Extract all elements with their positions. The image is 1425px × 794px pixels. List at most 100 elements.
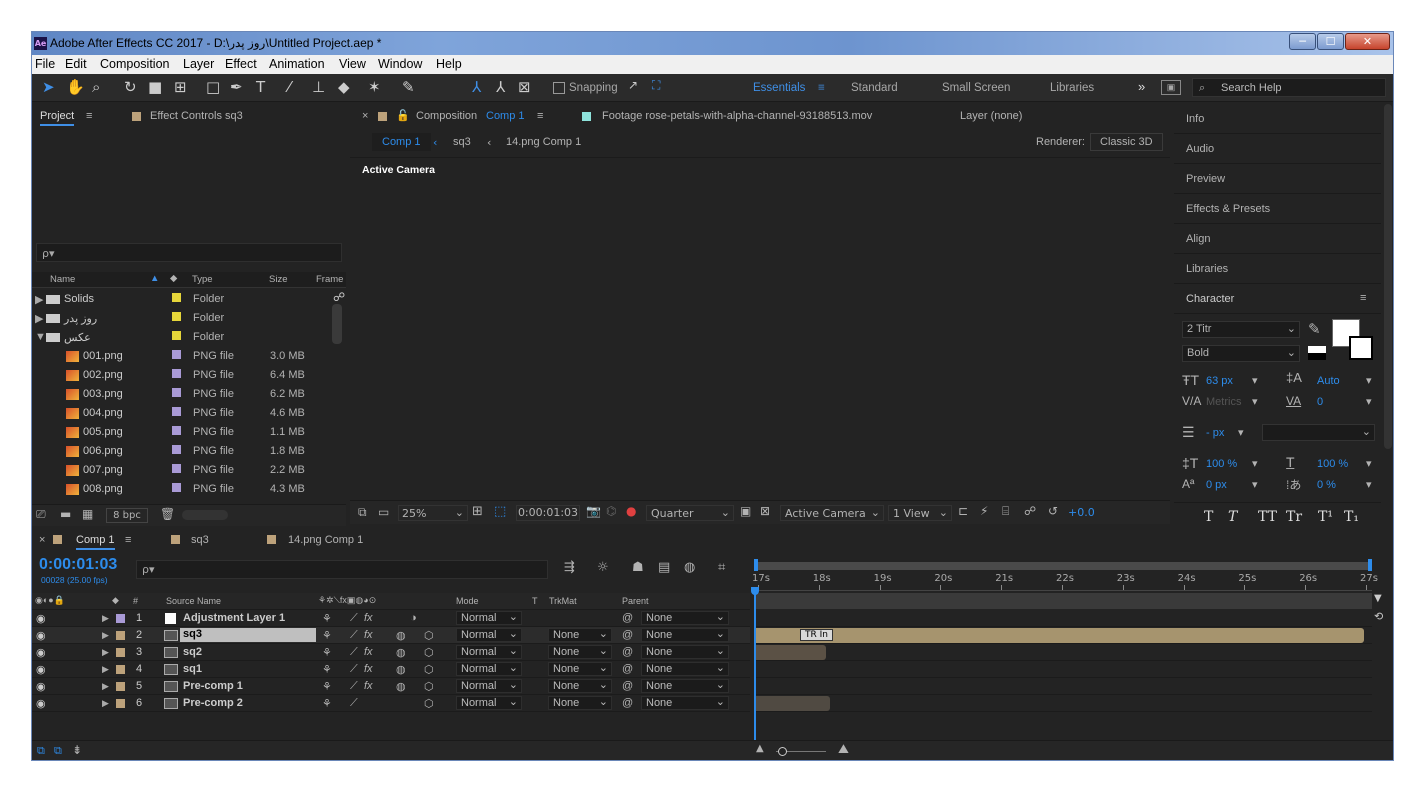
baseline-shift-value[interactable]: 0 px [1206, 479, 1227, 491]
motion-blur-switch-icon[interactable]: ◍ [396, 680, 406, 693]
comp-mini-flowchart-icon[interactable]: ⇶ [564, 560, 575, 575]
eye-icon[interactable]: ◉ [36, 680, 46, 693]
exposure-value[interactable]: +0.0 [1068, 506, 1095, 519]
more-workspaces-button[interactable]: » [1138, 79, 1145, 94]
fast-previews-icon[interactable]: ⚡ [980, 504, 988, 518]
layer-name[interactable]: sq2 [183, 646, 202, 658]
project-scrollbar[interactable] [332, 304, 342, 344]
comp-button-icon[interactable]: ▼ [1374, 593, 1382, 604]
magnification-dropdown[interactable]: 25% ⌄ [398, 505, 468, 521]
trkmat-dropdown[interactable]: None ⌄ [548, 645, 612, 659]
blend-mode-dropdown[interactable]: Normal ⌄ [456, 696, 522, 710]
close-button[interactable]: ✕ [1345, 33, 1390, 50]
all-caps-button[interactable]: TT [1258, 509, 1277, 525]
new-folder-icon[interactable]: ▬ [60, 507, 71, 521]
panel-header-align[interactable]: Align [1174, 224, 1381, 254]
snapshot-camera-icon[interactable]: 📷 [586, 504, 601, 518]
column-name[interactable]: Name [50, 274, 75, 285]
interpret-footage-icon[interactable]: ⎚ [36, 507, 46, 522]
comp-flowchart-icon[interactable]: ☍ [1024, 504, 1036, 518]
label-color-swatch[interactable] [172, 407, 181, 416]
panel-header-effects-presets[interactable]: Effects & Presets [1174, 194, 1381, 224]
frame-blending-icon[interactable]: ▤ [658, 560, 670, 575]
renderer-dropdown[interactable]: Classic 3D [1090, 133, 1163, 151]
trkmat-dropdown[interactable]: None ⌄ [548, 628, 612, 642]
layer-switches-toggle-icon[interactable]: ⧉ [37, 744, 45, 758]
menu-file[interactable]: File [35, 57, 55, 71]
selection-tool-icon[interactable]: ➤ [42, 78, 55, 96]
fx-switch-icon[interactable]: fx [364, 663, 373, 675]
pickwhip-icon[interactable]: @ [622, 612, 633, 624]
quality-switch-icon[interactable]: ⟋ [350, 680, 358, 693]
fx-switch-icon[interactable]: fx [364, 646, 373, 658]
rectangle-tool-icon[interactable]: □ [206, 78, 220, 96]
label-color-swatch[interactable] [172, 369, 181, 378]
blend-mode-dropdown[interactable]: Normal ⌄ [456, 611, 522, 625]
zoom-out-icon[interactable]: ▲ [756, 743, 764, 754]
twirl-closed-icon[interactable]: ▶ [102, 664, 109, 675]
quality-switch-icon[interactable]: ⟋ [350, 612, 358, 625]
label-color-swatch[interactable] [172, 312, 181, 321]
rotate-tool-icon[interactable]: ↻ [124, 78, 137, 96]
3d-layer-switch-icon[interactable]: ⬡ [424, 697, 434, 710]
column-type[interactable]: Type [192, 274, 213, 285]
snap-edges-icon[interactable]: ↗ [628, 78, 638, 92]
keyframe-nav-icon[interactable]: ⟲ [1374, 610, 1383, 623]
font-style-dropdown[interactable]: Bold ⌄ [1182, 345, 1300, 362]
monitor-icon[interactable]: ▭ [378, 505, 389, 519]
blend-mode-dropdown[interactable]: Normal ⌄ [456, 645, 522, 659]
label-color-swatch[interactable] [172, 426, 181, 435]
quality-switch-icon[interactable]: ⟋ [350, 629, 358, 642]
timeline-search-input[interactable]: ρ▾ [136, 560, 548, 579]
shy-switch-icon[interactable]: ⚘ [322, 646, 332, 659]
hand-tool-icon[interactable]: ✋ [66, 78, 85, 96]
label-color-swatch[interactable] [172, 483, 181, 492]
close-comp-tab-icon[interactable]: × [362, 110, 368, 122]
camera-tool-icon[interactable]: ■ [148, 78, 162, 96]
panel-header-info[interactable]: Info [1174, 104, 1381, 134]
layer-row[interactable]: ◉ ▶ 4 sq1 ⚘ ⟋ fx ◍ ⬡ Normal ⌄ None ⌄ @ None ⌄ [32, 661, 750, 678]
stroke-color-swatch[interactable] [1349, 336, 1373, 360]
comp-panel-menu-icon[interactable]: ≡ [537, 110, 543, 122]
breadcrumb-comp1[interactable]: Comp 1 [372, 133, 431, 151]
twirl-open-icon[interactable]: ▼ [35, 331, 46, 343]
trash-icon[interactable]: 🗑 [160, 507, 175, 521]
resolution-grid-icon[interactable]: ⊞ [472, 504, 483, 519]
blend-mode-dropdown[interactable]: Normal ⌄ [456, 679, 522, 693]
zoom-slider-thumb[interactable] [778, 747, 787, 756]
tab-footage[interactable]: Footage rose-petals-with-alpha-channel-9… [602, 110, 872, 122]
always-preview-icon[interactable]: ⧉ [358, 505, 367, 520]
timeline-current-time[interactable]: 0:00:01:03 [39, 556, 117, 574]
pickwhip-icon[interactable]: @ [622, 646, 633, 658]
snapping-checkbox[interactable] [553, 82, 565, 94]
menu-composition[interactable]: Composition [100, 57, 169, 71]
label-tag-icon[interactable]: ◆ [170, 273, 177, 284]
blend-mode-dropdown[interactable]: Normal ⌄ [456, 662, 522, 676]
shy-switch-icon[interactable]: ⚘ [322, 680, 332, 693]
shy-switch-icon[interactable]: ⚘ [322, 663, 332, 676]
view-axis-icon[interactable]: ⊠ [518, 78, 531, 96]
twirl-closed-icon[interactable]: ▶ [102, 630, 109, 641]
pickwhip-icon[interactable]: @ [622, 680, 633, 692]
timeline-icon[interactable]: ⌸ [1002, 504, 1009, 519]
new-composition-icon[interactable]: ▦ [82, 507, 93, 521]
layer-label-swatch[interactable] [116, 665, 125, 674]
eye-icon[interactable]: ◉ [36, 629, 46, 642]
3d-layer-switch-icon[interactable]: ⬡ [424, 663, 434, 676]
column-frame[interactable]: Frame [316, 274, 343, 285]
quality-switch-icon[interactable]: ⟋ [350, 663, 358, 676]
pen-tool-icon[interactable]: ✒ [230, 78, 243, 96]
layer-name[interactable]: Pre-comp 2 [183, 697, 243, 709]
layer-duration-bar[interactable] [756, 645, 826, 660]
search-help-toggle-icon[interactable]: ▣ [1161, 80, 1181, 95]
tab-project[interactable]: Project [40, 110, 75, 126]
superscript-button[interactable]: T¹ [1318, 509, 1333, 525]
parent-dropdown[interactable]: None ⌄ [641, 696, 729, 710]
zoom-in-icon[interactable]: ⛰ [838, 742, 849, 757]
tab-layer[interactable]: Layer (none) [960, 110, 1022, 122]
panel-header-preview[interactable]: Preview [1174, 164, 1381, 194]
fx-switch-icon[interactable]: fx [364, 612, 373, 624]
horizontal-scale-value[interactable]: 100 % [1317, 458, 1348, 470]
shy-switch-icon[interactable]: ⚘ [322, 697, 332, 710]
local-axis-icon[interactable]: ⅄ [472, 78, 481, 96]
